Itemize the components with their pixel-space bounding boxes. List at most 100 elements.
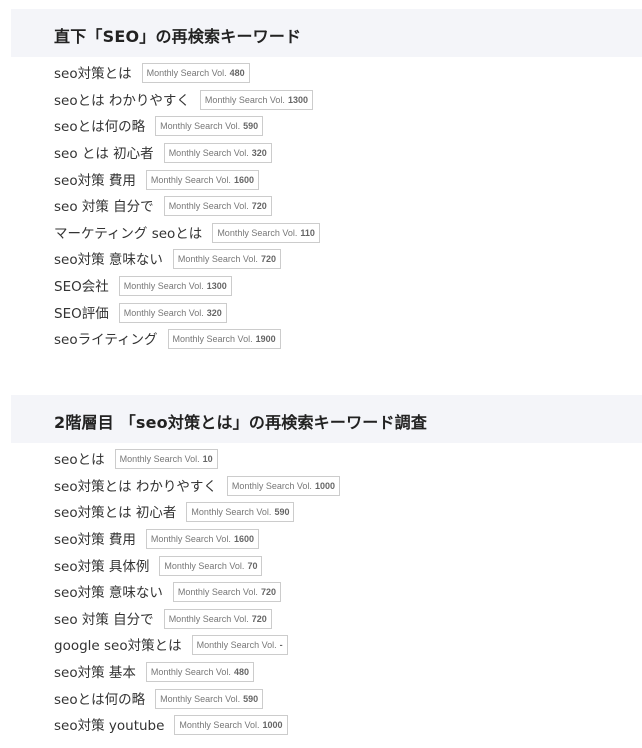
search-volume-label: Monthly Search Vol. <box>204 94 285 105</box>
keyword-text: seoとは何の略 <box>54 119 146 136</box>
search-volume-badge: Monthly Search Vol. 480 <box>141 63 250 84</box>
search-volume-label: Monthly Search Vol. <box>231 480 312 491</box>
keyword-item: seo対策とは わかりやすく Monthly Search Vol. 1000 <box>54 472 340 499</box>
section-header: 2階層目 「seo対策とは」の再検索キーワード調査 <box>11 395 642 443</box>
search-volume-badge: Monthly Search Vol. 1300 <box>199 89 313 110</box>
keyword-item: seoとは何の略 Monthly Search Vol. 590 <box>54 684 340 711</box>
keyword-text: seo対策 費用 <box>54 172 136 189</box>
keyword-item: seo対策 費用 Monthly Search Vol. 1600 <box>54 525 340 552</box>
keyword-item: seoライティング Monthly Search Vol. 1900 <box>54 325 320 352</box>
keyword-text: seo対策 費用 <box>54 532 136 549</box>
search-volume-badge: Monthly Search Vol. 1600 <box>145 529 259 550</box>
search-volume-badge: Monthly Search Vol. 110 <box>212 222 320 243</box>
keyword-text: seoライティング <box>54 332 158 349</box>
keyword-item: seo対策 費用 Monthly Search Vol. 1600 <box>54 165 320 192</box>
keyword-item: seo対策 youtube Monthly Search Vol. 1000 <box>54 711 340 738</box>
keyword-item: マーケティング seoとは Monthly Search Vol. 110 <box>54 219 320 246</box>
search-volume-badge: Monthly Search Vol. 1600 <box>145 169 259 190</box>
section-title: 直下「SEO」の再検索キーワード <box>54 27 302 46</box>
search-volume-label: Monthly Search Vol. <box>168 148 249 159</box>
keyword-text: SEO会社 <box>54 279 109 296</box>
search-volume-label: Monthly Search Vol. <box>168 201 249 212</box>
search-volume-badge: Monthly Search Vol. 720 <box>163 608 272 629</box>
keyword-item: seo対策 基本 Monthly Search Vol. 480 <box>54 658 340 685</box>
search-volume-value: 720 <box>260 587 276 598</box>
keyword-text: seo対策とは わかりやすく <box>54 478 217 495</box>
search-volume-value: 10 <box>202 454 213 465</box>
keyword-text: seoとは何の略 <box>54 691 146 708</box>
keyword-text: seo対策とは 初心者 <box>54 505 177 522</box>
keyword-item: seo対策とは Monthly Search Vol. 480 <box>54 59 320 86</box>
search-volume-label: Monthly Search Vol. <box>119 454 200 465</box>
keyword-text: seoとは わかりやすく <box>54 92 190 109</box>
search-volume-value: 720 <box>251 201 267 212</box>
search-volume-label: Monthly Search Vol. <box>123 281 204 292</box>
search-volume-badge: Monthly Search Vol. 590 <box>155 688 264 709</box>
keyword-text: seo対策 意味ない <box>54 585 163 602</box>
search-volume-label: Monthly Search Vol. <box>150 667 231 678</box>
search-volume-value: 1900 <box>255 334 276 345</box>
search-volume-badge: Monthly Search Vol. - <box>191 635 288 656</box>
search-volume-value: 590 <box>274 507 290 518</box>
search-volume-value: 1300 <box>287 94 308 105</box>
keyword-item: google seo対策とは Monthly Search Vol. - <box>54 631 340 658</box>
search-volume-label: Monthly Search Vol. <box>150 534 231 545</box>
search-volume-badge: Monthly Search Vol. 720 <box>172 249 281 270</box>
keyword-item: SEO会社 Monthly Search Vol. 1300 <box>54 272 320 299</box>
search-volume-value: 1600 <box>233 534 254 545</box>
search-volume-value: 1600 <box>233 174 254 185</box>
search-volume-label: Monthly Search Vol. <box>168 613 249 624</box>
keyword-text: seo対策 youtube <box>54 718 165 735</box>
search-volume-value: 1000 <box>314 480 335 491</box>
search-volume-value: 720 <box>260 254 276 265</box>
search-volume-label: Monthly Search Vol. <box>172 334 253 345</box>
search-volume-badge: Monthly Search Vol. 720 <box>172 582 281 603</box>
search-volume-badge: Monthly Search Vol. 590 <box>186 502 295 523</box>
keyword-text: マーケティング seoとは <box>54 225 203 242</box>
search-volume-badge: Monthly Search Vol. 1900 <box>167 329 281 350</box>
search-volume-badge: Monthly Search Vol. 1000 <box>174 715 288 736</box>
keyword-item: seo対策 具体例 Monthly Search Vol. 70 <box>54 551 340 578</box>
section-header: 直下「SEO」の再検索キーワード <box>11 9 642 57</box>
search-volume-badge: Monthly Search Vol. 480 <box>145 662 254 683</box>
keyword-item: seoとは Monthly Search Vol. 10 <box>54 445 340 472</box>
keyword-text: seo対策とは <box>54 66 132 83</box>
search-volume-badge: Monthly Search Vol. 1000 <box>226 475 340 496</box>
keyword-item: SEO評価 Monthly Search Vol. 320 <box>54 298 320 325</box>
search-volume-badge: Monthly Search Vol. 10 <box>114 449 218 470</box>
search-volume-badge: Monthly Search Vol. 320 <box>163 143 272 164</box>
search-volume-value: 590 <box>243 121 259 132</box>
keyword-item: seo対策 意味ない Monthly Search Vol. 720 <box>54 578 340 605</box>
search-volume-value: - <box>279 640 283 651</box>
keyword-text: google seo対策とは <box>54 638 182 655</box>
keyword-text: seo とは 初心者 <box>54 146 154 163</box>
keyword-text: seo 対策 自分で <box>54 611 154 628</box>
keyword-item: seo対策とは 初心者 Monthly Search Vol. 590 <box>54 498 340 525</box>
search-volume-label: Monthly Search Vol. <box>179 720 260 731</box>
search-volume-label: Monthly Search Vol. <box>160 121 241 132</box>
search-volume-label: Monthly Search Vol. <box>164 560 245 571</box>
search-volume-label: Monthly Search Vol. <box>123 307 204 318</box>
search-volume-label: Monthly Search Vol. <box>150 174 231 185</box>
search-volume-badge: Monthly Search Vol. 320 <box>118 302 227 323</box>
keyword-item: seoとは何の略 Monthly Search Vol. 590 <box>54 112 320 139</box>
search-volume-value: 320 <box>206 307 222 318</box>
search-volume-label: Monthly Search Vol. <box>217 227 298 238</box>
keyword-item: seoとは わかりやすく Monthly Search Vol. 1300 <box>54 86 320 113</box>
search-volume-value: 720 <box>251 613 267 624</box>
keyword-item: seo対策 意味ない Monthly Search Vol. 720 <box>54 245 320 272</box>
keyword-text: seo 対策 自分で <box>54 199 154 216</box>
keyword-list: seo対策とは Monthly Search Vol. 480 seoとは わかりやす… <box>54 59 320 352</box>
keyword-text: seo対策 具体例 <box>54 558 150 575</box>
search-volume-label: Monthly Search Vol. <box>196 640 277 651</box>
search-volume-badge: Monthly Search Vol. 720 <box>163 196 272 217</box>
keyword-text: seo対策 基本 <box>54 665 136 682</box>
keyword-text: seoとは <box>54 452 105 469</box>
search-volume-badge: Monthly Search Vol. 590 <box>155 116 264 137</box>
search-volume-label: Monthly Search Vol. <box>177 587 258 598</box>
keyword-text: seo対策 意味ない <box>54 252 163 269</box>
search-volume-value: 1300 <box>206 281 227 292</box>
search-volume-badge: Monthly Search Vol. 1300 <box>118 276 232 297</box>
search-volume-value: 320 <box>251 148 267 159</box>
search-volume-label: Monthly Search Vol. <box>146 68 227 79</box>
